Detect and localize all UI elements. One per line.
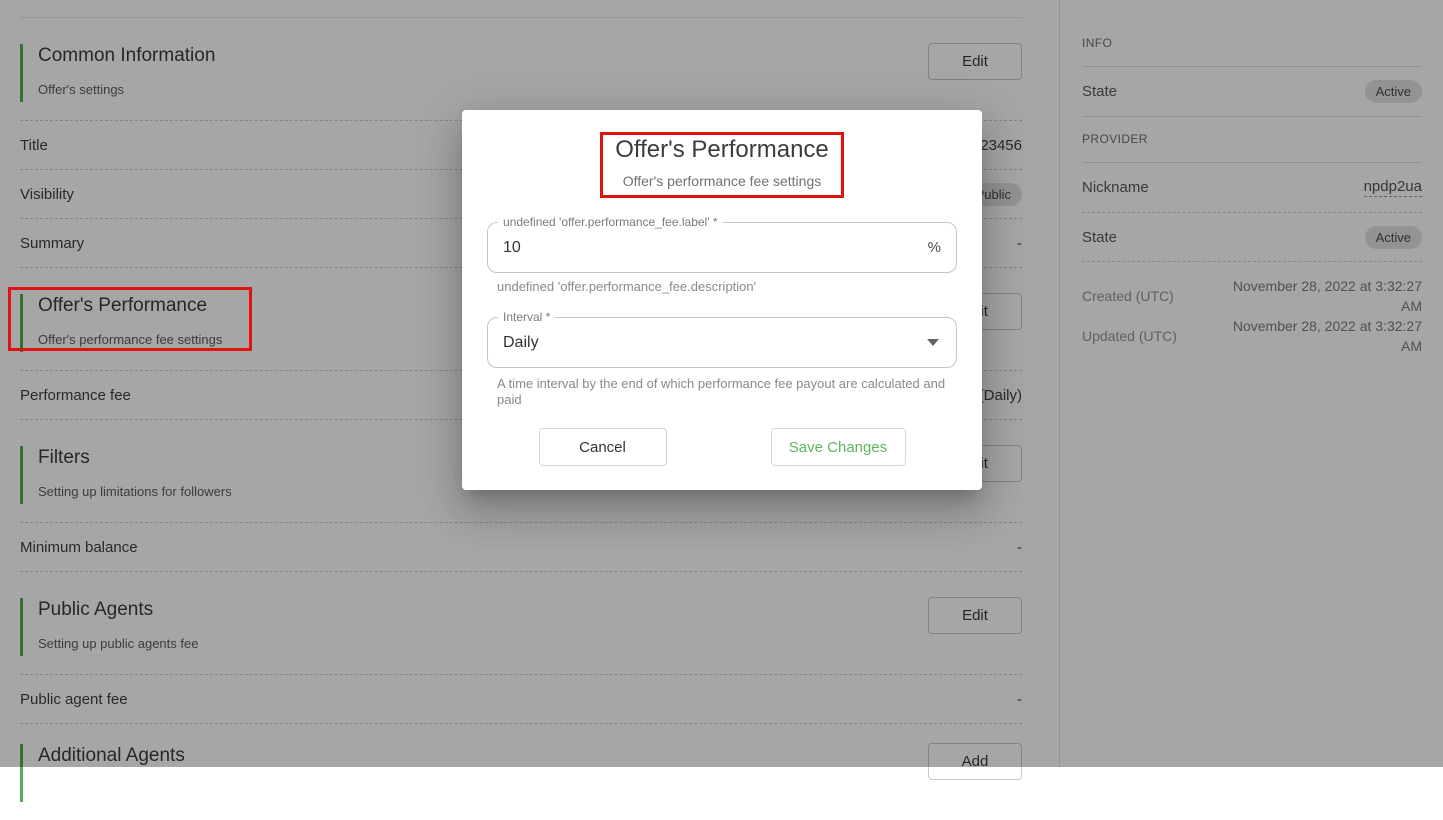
cancel-button[interactable]: Cancel (539, 428, 667, 466)
performance-fee-helper: undefined 'offer.performance_fee.descrip… (487, 279, 957, 295)
performance-fee-label: undefined 'offer.performance_fee.label' … (498, 215, 723, 229)
interval-helper: A time interval by the end of which perf… (487, 376, 957, 408)
annotation-box-performance-section (8, 287, 252, 351)
interval-label: Interval * (498, 310, 555, 324)
annotation-box-modal-title (600, 132, 844, 198)
save-changes-button[interactable]: Save Changes (771, 428, 906, 466)
performance-fee-field: undefined 'offer.performance_fee.label' … (487, 222, 957, 273)
interval-select[interactable]: Interval * Daily (487, 317, 957, 368)
dialog-actions: Cancel Save Changes (462, 428, 982, 466)
dropdown-arrow-icon (927, 339, 939, 346)
percent-suffix: % (928, 239, 941, 256)
performance-fee-input[interactable] (503, 239, 928, 257)
interval-value: Daily (503, 334, 927, 352)
